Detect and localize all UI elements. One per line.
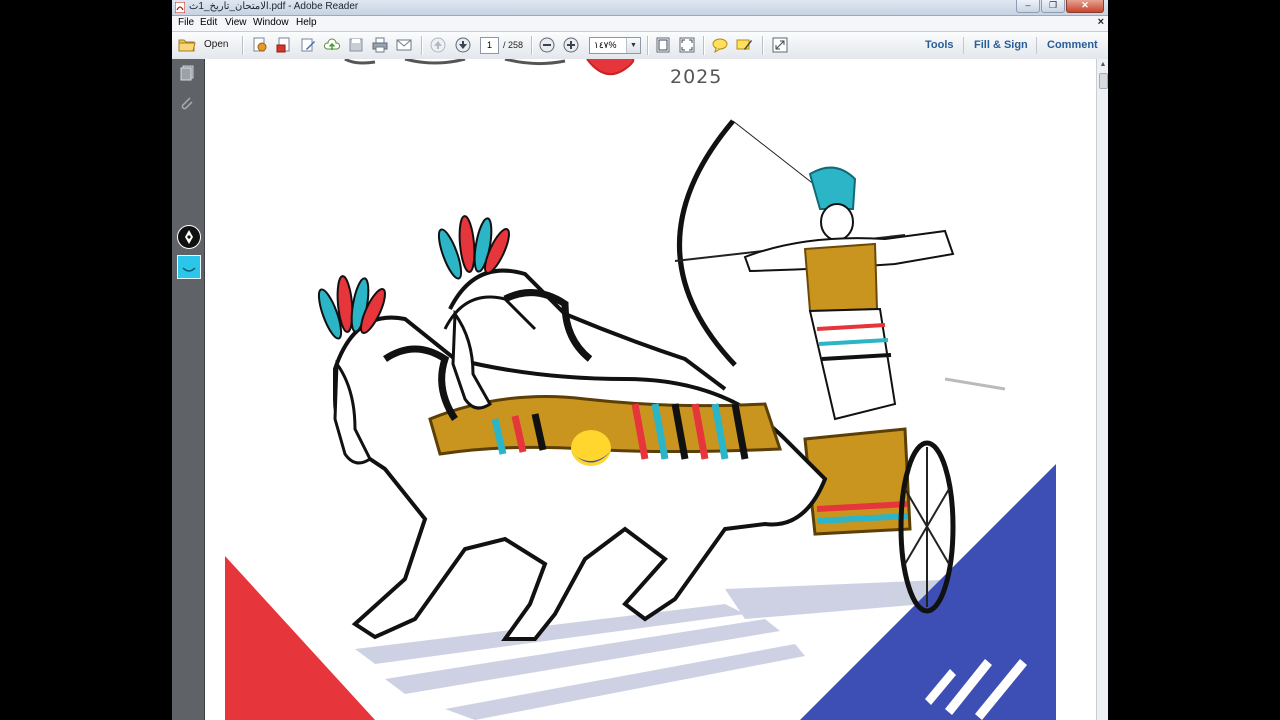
- page-number-input[interactable]: 1: [480, 37, 499, 54]
- book-cover-illustration: [225, 59, 1056, 720]
- zoom-value: ١٤٧%: [594, 40, 617, 50]
- email-icon[interactable]: [396, 37, 412, 53]
- close-button[interactable]: ✕: [1066, 0, 1104, 13]
- menu-view[interactable]: View: [225, 17, 247, 28]
- toolbar-separator: [1036, 37, 1037, 54]
- toolbar-separator: [703, 36, 704, 55]
- menu-help[interactable]: Help: [296, 17, 317, 28]
- menu-file[interactable]: File: [178, 17, 194, 28]
- title-bar: الامتحان_تاريخ_1ث.pdf - Adobe Reader – ❐…: [172, 0, 1108, 16]
- fullscreen-icon[interactable]: [679, 37, 695, 53]
- cover-year: 2025: [670, 66, 723, 88]
- restore-icon: ❐: [1048, 0, 1058, 10]
- zoom-select[interactable]: ١٤٧% ▼: [589, 37, 641, 54]
- fit-page-icon[interactable]: [655, 37, 671, 53]
- save-icon[interactable]: [348, 37, 364, 53]
- minimize-button[interactable]: –: [1016, 0, 1040, 13]
- maximize-button[interactable]: ❐: [1041, 0, 1065, 13]
- edit-pdf-icon[interactable]: [300, 37, 316, 53]
- toolbar-separator: [963, 37, 964, 54]
- minimize-icon: –: [1025, 0, 1031, 10]
- chevron-down-icon[interactable]: ▼: [626, 38, 640, 53]
- toolbar-separator: [762, 36, 763, 55]
- cloud-upload-icon[interactable]: [324, 37, 340, 53]
- menu-edit[interactable]: Edit: [200, 17, 217, 28]
- scroll-thumb[interactable]: [1099, 73, 1108, 89]
- toolbar-separator: [421, 36, 422, 55]
- zoom-out-icon[interactable]: [539, 37, 555, 53]
- page-total: / 258: [503, 40, 524, 50]
- shape-tool-icon[interactable]: [177, 255, 201, 279]
- pages-panel-icon[interactable]: [179, 65, 195, 81]
- tools-link[interactable]: Tools: [925, 39, 954, 51]
- scroll-up-icon[interactable]: ▲: [1098, 60, 1108, 70]
- pen-icon: [185, 230, 193, 244]
- document-page[interactable]: 2025: [205, 59, 1096, 720]
- navigation-pane: [172, 59, 205, 720]
- next-page-icon[interactable]: [455, 37, 471, 53]
- curve-icon: [182, 267, 196, 272]
- open-button[interactable]: Open: [178, 36, 234, 54]
- create-pdf-icon[interactable]: [252, 37, 268, 53]
- toolbar-separator: [647, 36, 648, 55]
- zoom-in-icon[interactable]: [563, 37, 579, 53]
- main-toolbar: Open 1 / 258 ١٤٧% ▼ Tools Fill & Sign Co…: [172, 31, 1108, 60]
- adobe-reader-app-icon: [175, 2, 185, 13]
- menu-window[interactable]: Window: [253, 17, 289, 28]
- fill-sign-link[interactable]: Fill & Sign: [974, 39, 1028, 51]
- window-title: الامتحان_تاريخ_1ث.pdf - Adobe Reader: [189, 1, 359, 12]
- toolbar-separator: [531, 36, 532, 55]
- highlight-icon[interactable]: [736, 37, 752, 53]
- previous-page-icon[interactable]: [430, 37, 446, 53]
- convert-pdf-icon[interactable]: [276, 37, 292, 53]
- adobe-reader-window: الامتحان_تاريخ_1ث.pdf - Adobe Reader – ❐…: [172, 0, 1108, 720]
- vertical-scrollbar[interactable]: ▲: [1096, 59, 1108, 720]
- close-document-button[interactable]: ×: [1098, 16, 1104, 28]
- expand-icon[interactable]: [772, 37, 788, 53]
- close-icon: ✕: [1081, 0, 1089, 10]
- toolbar-separator: [242, 36, 243, 55]
- folder-icon: [178, 39, 196, 52]
- attachments-icon[interactable]: [179, 95, 195, 111]
- comment-link[interactable]: Comment: [1047, 39, 1098, 51]
- menu-bar: File Edit View Window Help ×: [172, 16, 1108, 31]
- print-icon[interactable]: [372, 37, 388, 53]
- pen-tool-icon[interactable]: [177, 225, 201, 249]
- open-button-label: Open: [204, 39, 229, 50]
- comment-bubble-icon[interactable]: [712, 37, 728, 53]
